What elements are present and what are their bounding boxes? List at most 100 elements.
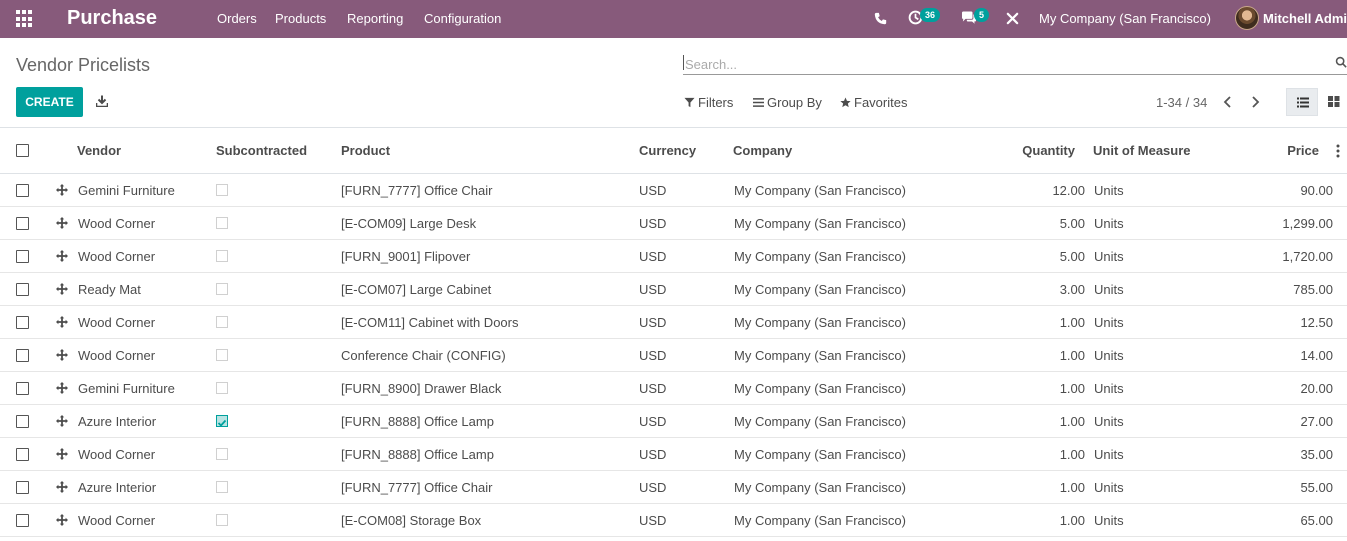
cell-price: 90.00 <box>1300 183 1333 198</box>
cell-product: [FURN_7777] Office Chair <box>341 183 493 198</box>
drag-handle-icon[interactable] <box>56 250 68 262</box>
header-quantity[interactable]: Quantity <box>990 143 1075 158</box>
cell-quantity: 12.00 <box>1052 183 1085 198</box>
column-options-icon[interactable] <box>1336 144 1340 158</box>
search-icon[interactable] <box>1335 56 1347 68</box>
list-view-button[interactable] <box>1286 88 1318 116</box>
header-unit-of-measure[interactable]: Unit of Measure <box>1093 143 1191 158</box>
cell-price: 20.00 <box>1300 381 1333 396</box>
menu-reporting[interactable]: Reporting <box>347 11 403 26</box>
subcontracted-checkbox <box>216 217 228 229</box>
subcontracted-checkbox <box>216 481 228 493</box>
drag-handle-icon[interactable] <box>56 448 68 460</box>
cell-currency: USD <box>639 414 667 429</box>
menu-products[interactable]: Products <box>275 11 326 26</box>
table-row[interactable]: Azure Interior [FURN_7777] Office Chair … <box>0 471 1347 504</box>
pager-value[interactable]: 1-34 / 34 <box>1156 95 1207 110</box>
header-currency[interactable]: Currency <box>639 143 696 158</box>
menu-orders[interactable]: Orders <box>217 11 257 26</box>
chevron-right-icon[interactable] <box>1248 94 1262 110</box>
row-select-checkbox[interactable] <box>16 217 29 230</box>
cell-vendor: Wood Corner <box>78 513 156 528</box>
select-all-checkbox[interactable] <box>16 144 29 157</box>
table-row[interactable]: Wood Corner [E-COM11] Cabinet with Doors… <box>0 306 1347 339</box>
header-price[interactable]: Price <box>1240 143 1319 158</box>
cell-price: 55.00 <box>1300 480 1333 495</box>
table-row[interactable]: Gemini Furniture [FURN_8900] Drawer Blac… <box>0 372 1347 405</box>
kanban-view-icon <box>1328 96 1340 107</box>
group-by-button[interactable]: Group By <box>753 95 822 110</box>
subcontracted-checkbox <box>216 283 228 295</box>
close-x-icon[interactable] <box>1006 12 1019 25</box>
drag-handle-icon[interactable] <box>56 316 68 328</box>
download-icon[interactable] <box>96 95 108 107</box>
header-subcontracted[interactable]: Subcontracted <box>216 143 307 158</box>
drag-handle-icon[interactable] <box>56 283 68 295</box>
drag-handle-icon[interactable] <box>56 349 68 361</box>
header-company[interactable]: Company <box>733 143 792 158</box>
table-row[interactable]: Ready Mat [E-COM07] Large Cabinet USD My… <box>0 273 1347 306</box>
row-select-checkbox[interactable] <box>16 382 29 395</box>
header-product[interactable]: Product <box>341 143 390 158</box>
company-switcher[interactable]: My Company (San Francisco) <box>1039 11 1211 26</box>
table-row[interactable]: Wood Corner [FURN_8888] Office Lamp USD … <box>0 438 1347 471</box>
cell-price: 27.00 <box>1300 414 1333 429</box>
drag-handle-icon[interactable] <box>56 217 68 229</box>
cell-product: [E-COM11] Cabinet with Doors <box>341 315 519 330</box>
row-select-checkbox[interactable] <box>16 283 29 296</box>
row-select-checkbox[interactable] <box>16 415 29 428</box>
phone-icon[interactable] <box>874 12 887 25</box>
cell-vendor: Gemini Furniture <box>78 381 175 396</box>
cell-quantity: 1.00 <box>1059 447 1085 462</box>
top-navbar: Purchase Orders Products Reporting Confi… <box>0 0 1347 38</box>
cell-unit-of-measure: Units <box>1094 216 1124 231</box>
table-row[interactable]: Wood Corner [E-COM09] Large Desk USD My … <box>0 207 1347 240</box>
favorites-label: Favorites <box>854 95 908 110</box>
cell-company: My Company (San Francisco) <box>734 513 906 528</box>
cell-price: 14.00 <box>1300 348 1333 363</box>
cell-price: 12.50 <box>1300 315 1333 330</box>
table-row[interactable]: Azure Interior [FURN_8888] Office Lamp U… <box>0 405 1347 438</box>
kanban-view-button[interactable] <box>1318 88 1347 116</box>
subcontracted-checkbox <box>216 316 228 328</box>
drag-handle-icon[interactable] <box>56 184 68 196</box>
drag-handle-icon[interactable] <box>56 514 68 526</box>
cell-vendor: Ready Mat <box>78 282 141 297</box>
table-row[interactable]: Wood Corner [FURN_9001] Flipover USD My … <box>0 240 1347 273</box>
favorites-button[interactable]: Favorites <box>840 95 907 110</box>
drag-handle-icon[interactable] <box>56 481 68 493</box>
apps-grid-icon[interactable] <box>16 10 34 28</box>
header-vendor[interactable]: Vendor <box>77 143 121 158</box>
row-select-checkbox[interactable] <box>16 250 29 263</box>
row-select-checkbox[interactable] <box>16 349 29 362</box>
search-input[interactable] <box>685 55 1325 73</box>
cell-quantity: 1.00 <box>1059 480 1085 495</box>
create-button[interactable]: CREATE <box>16 87 83 117</box>
cell-product: [FURN_8888] Office Lamp <box>341 447 494 462</box>
row-select-checkbox[interactable] <box>16 514 29 527</box>
menu-configuration[interactable]: Configuration <box>424 11 501 26</box>
row-select-checkbox[interactable] <box>16 184 29 197</box>
cell-currency: USD <box>639 381 667 396</box>
row-select-checkbox[interactable] <box>16 481 29 494</box>
chevron-left-icon[interactable] <box>1221 94 1235 110</box>
search-bar[interactable] <box>683 52 1347 75</box>
cell-currency: USD <box>639 216 667 231</box>
user-avatar[interactable] <box>1235 6 1259 30</box>
drag-handle-icon[interactable] <box>56 382 68 394</box>
user-menu[interactable]: Mitchell Admin <box>1263 11 1347 26</box>
cell-unit-of-measure: Units <box>1094 480 1124 495</box>
table-header: Vendor Subcontracted Product Currency Co… <box>0 128 1347 174</box>
cell-currency: USD <box>639 183 667 198</box>
table-row[interactable]: Wood Corner Conference Chair (CONFIG) US… <box>0 339 1347 372</box>
cell-unit-of-measure: Units <box>1094 447 1124 462</box>
subcontracted-checkbox <box>216 250 228 262</box>
filters-button[interactable]: Filters <box>684 95 733 110</box>
table-row[interactable]: Wood Corner [E-COM08] Storage Box USD My… <box>0 504 1347 537</box>
row-select-checkbox[interactable] <box>16 448 29 461</box>
table-row[interactable]: Gemini Furniture [FURN_7777] Office Chai… <box>0 174 1347 207</box>
drag-handle-icon[interactable] <box>56 415 68 427</box>
row-select-checkbox[interactable] <box>16 316 29 329</box>
cell-price: 785.00 <box>1293 282 1333 297</box>
cell-price: 1,720.00 <box>1282 249 1333 264</box>
